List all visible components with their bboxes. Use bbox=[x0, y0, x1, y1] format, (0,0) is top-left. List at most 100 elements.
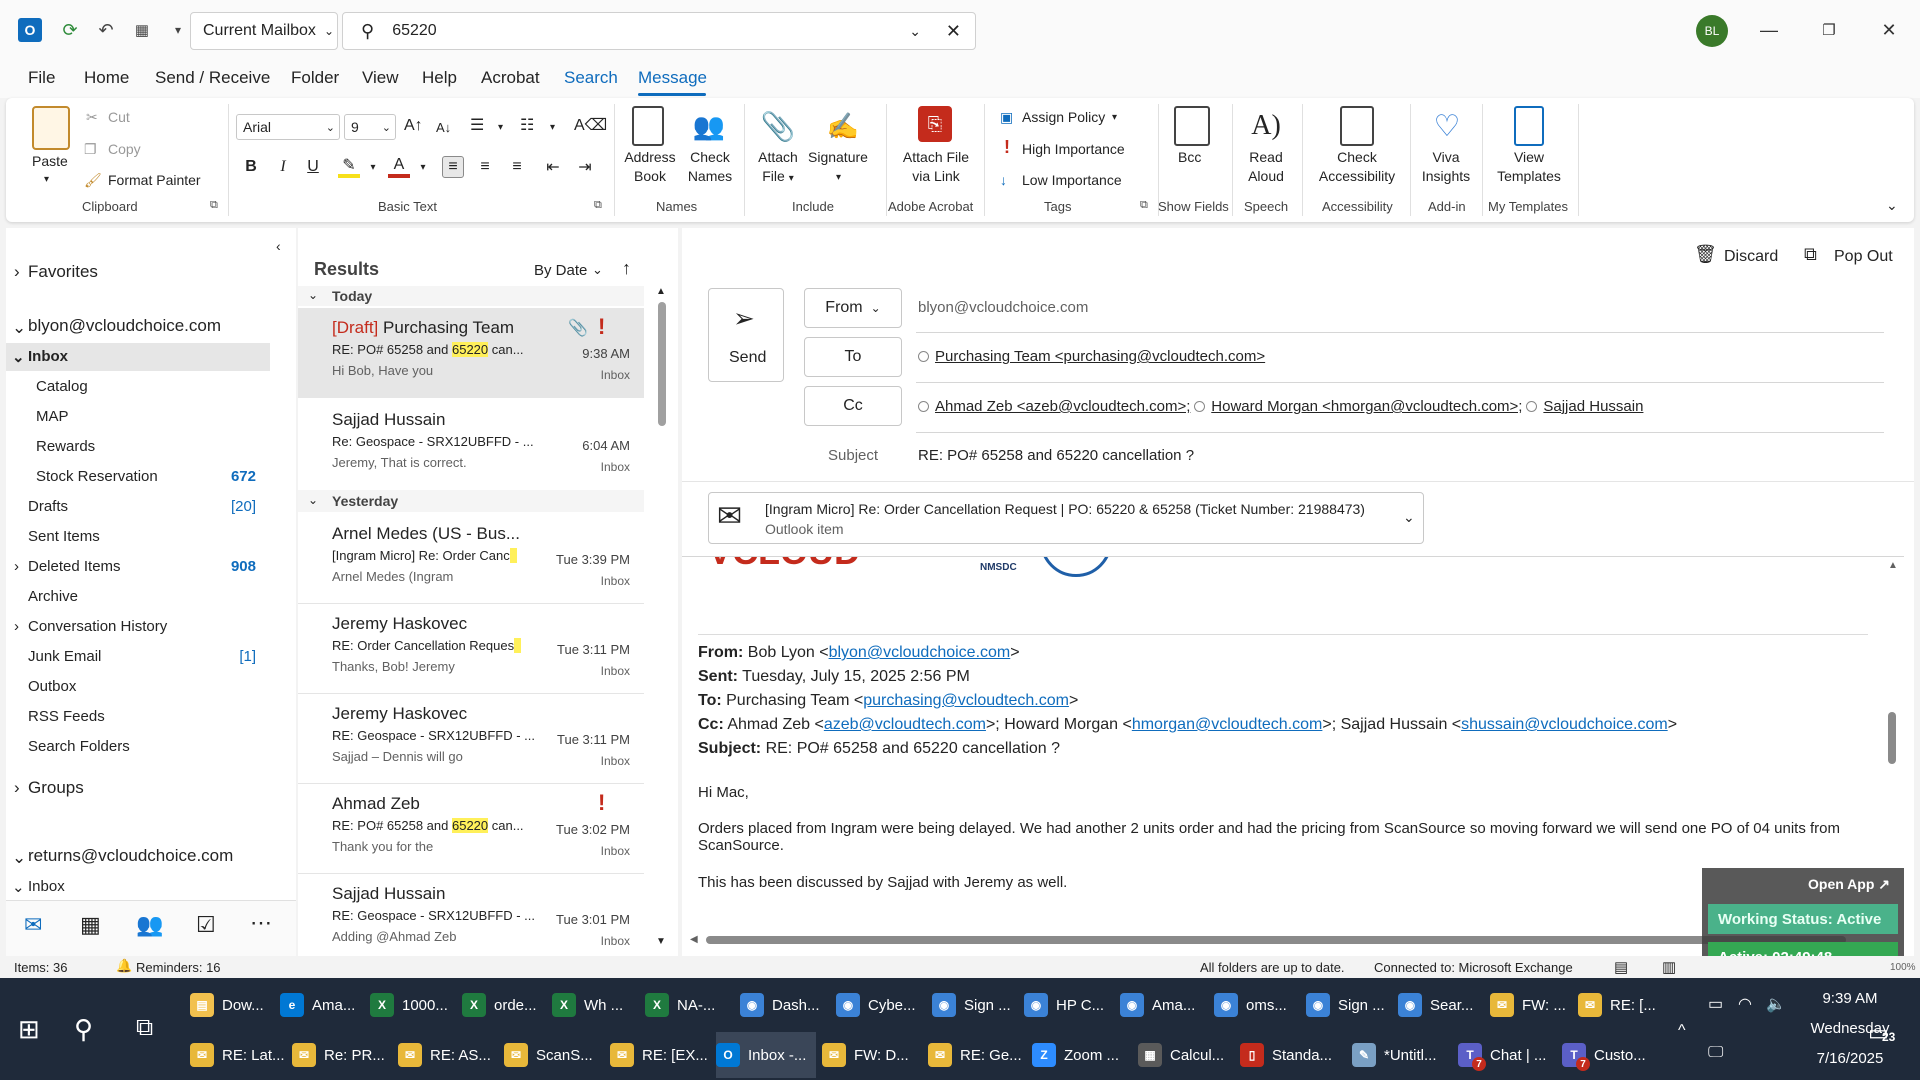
bold-icon[interactable]: B bbox=[240, 156, 262, 178]
subject-field[interactable]: RE: PO# 65258 and 65220 cancellation ? bbox=[918, 447, 1194, 464]
viva-insights-button[interactable]: Viva Insights bbox=[1418, 148, 1474, 186]
paste-dropdown-icon[interactable]: ▾ bbox=[44, 170, 49, 189]
taskbar-app-button[interactable]: ✉ RE: [... bbox=[1578, 982, 1666, 1028]
paste-button[interactable]: Paste bbox=[32, 152, 68, 171]
shrink-font-icon[interactable]: A↓ bbox=[436, 118, 451, 137]
to-button[interactable]: To bbox=[804, 337, 902, 377]
folder-outbox[interactable]: Outbox bbox=[28, 678, 76, 695]
zoom-level[interactable]: 100% bbox=[1890, 962, 1916, 973]
send-button[interactable]: ➢ Send bbox=[708, 288, 784, 382]
taskbar-app-button[interactable]: ✉ RE: Ge... bbox=[928, 1032, 1026, 1078]
group-header-yesterday[interactable]: ⌄ Yesterday bbox=[298, 490, 644, 512]
cut-button[interactable]: Cut bbox=[108, 108, 130, 127]
groups-header[interactable]: Groups bbox=[28, 778, 84, 798]
from-field[interactable]: blyon@vcloudchoice.com bbox=[918, 299, 1088, 316]
recipient-chip[interactable]: Howard Morgan <hmorgan@vcloudtech.com>; bbox=[1211, 398, 1522, 415]
sort-direction-icon[interactable]: ↑ bbox=[622, 258, 631, 279]
decrease-indent-icon[interactable]: ⇤ bbox=[542, 156, 564, 178]
taskbar-app-button[interactable]: ◉ HP C... bbox=[1024, 982, 1114, 1028]
mail-module-icon[interactable]: ✉ bbox=[24, 912, 42, 938]
menu-message[interactable]: Message bbox=[638, 68, 707, 88]
font-size-select[interactable]: 9 ⌄ bbox=[344, 114, 396, 140]
favorites-toggle[interactable]: › bbox=[14, 262, 20, 282]
deleted-expand-icon[interactable]: › bbox=[14, 558, 19, 575]
taskbar-app-button[interactable]: ◉ Dash... bbox=[740, 982, 830, 1028]
taskbar-app-button[interactable]: ▯ Standa... bbox=[1240, 1032, 1346, 1078]
list-item[interactable]: Ahmad Zeb ! RE: PO# 65258 and 65220 can.… bbox=[298, 784, 644, 874]
list-item[interactable]: [Draft] Purchasing Team 📎 ! RE: PO# 6525… bbox=[298, 308, 644, 398]
account-header[interactable]: blyon@vcloudchoice.com bbox=[28, 316, 221, 336]
mailbox-scope-select[interactable]: Current Mailbox ⌄ bbox=[190, 12, 338, 50]
taskbar-app-button[interactable]: ▤ Dow... bbox=[190, 982, 274, 1028]
chevron-down-icon[interactable]: ⌄ bbox=[1403, 509, 1415, 526]
list-item[interactable]: Sajjad Hussain Re: Geospace - SRX12UBFFD… bbox=[298, 400, 644, 490]
taskbar-app-button[interactable]: X Wh ... bbox=[552, 982, 639, 1028]
cc-field[interactable]: Ahmad Zeb <azeb@vcloudtech.com>; Howard … bbox=[918, 398, 1643, 415]
taskbar-app-button[interactable]: ✉ ScanS... bbox=[504, 1032, 604, 1078]
taskbar-search-icon[interactable]: ⚲ bbox=[74, 1014, 93, 1045]
check-accessibility-button[interactable]: Check Accessibility bbox=[1310, 148, 1404, 186]
taskbar-app-button[interactable]: ◉ Sign ... bbox=[1306, 982, 1392, 1028]
clock-date[interactable]: 7/16/2025 bbox=[1806, 1050, 1894, 1067]
folder-inbox-returns[interactable]: Inbox bbox=[28, 878, 65, 895]
email-link[interactable]: azeb@vcloudtech.com bbox=[824, 716, 986, 733]
reading-view-icon[interactable]: ▥ bbox=[1662, 958, 1676, 976]
taskbar-app-button[interactable]: ◉ Sign ... bbox=[932, 982, 1018, 1028]
restore-icon[interactable]: ❐ bbox=[1814, 16, 1844, 44]
menu-send-receive[interactable]: Send / Receive bbox=[155, 68, 270, 88]
taskbar-app-button[interactable]: ✉ Re: PR... bbox=[292, 1032, 392, 1078]
search-dropdown-icon[interactable]: ⌄ bbox=[909, 23, 921, 40]
tasks-module-icon[interactable]: ☑ bbox=[196, 912, 216, 938]
system-tray-expand-icon[interactable]: ^ bbox=[1678, 1022, 1686, 1040]
cc-button[interactable]: Cc bbox=[804, 386, 902, 426]
attach-file-via-link-button[interactable]: Attach File via Link bbox=[896, 148, 976, 186]
menu-search[interactable]: Search bbox=[564, 68, 618, 88]
assign-policy-dropdown-icon[interactable]: ▾ bbox=[1112, 108, 1117, 127]
address-book-button[interactable]: Address Book bbox=[622, 148, 678, 186]
taskbar-app-button[interactable]: e Ama... bbox=[280, 982, 364, 1028]
recipient-chip[interactable]: Sajjad Hussain bbox=[1543, 398, 1643, 415]
to-field[interactable]: Purchasing Team <purchasing@vcloudtech.c… bbox=[918, 348, 1265, 365]
italic-icon[interactable]: I bbox=[272, 156, 294, 178]
search-input[interactable]: ⚲ 65220 ⌄ ✕ bbox=[342, 12, 976, 50]
clipboard-launcher-icon[interactable]: ⧉ bbox=[210, 199, 218, 212]
folder-stock-reservation[interactable]: Stock Reservation bbox=[36, 468, 158, 485]
taskbar-app-button[interactable]: ◉ Ama... bbox=[1120, 982, 1208, 1028]
increase-indent-icon[interactable]: ⇥ bbox=[574, 156, 596, 178]
menu-help[interactable]: Help bbox=[422, 68, 457, 88]
align-center-icon[interactable]: ≡ bbox=[474, 156, 496, 178]
network-icon[interactable]: 🖵 bbox=[1708, 1044, 1723, 1062]
bullets-icon[interactable]: ☰ bbox=[470, 116, 484, 135]
groups-expand-icon[interactable]: › bbox=[14, 778, 20, 798]
open-app-button[interactable]: Open App ↗ bbox=[1808, 876, 1890, 893]
people-module-icon[interactable]: 👥 bbox=[136, 912, 163, 938]
chevron-down-icon[interactable]: ⌄ bbox=[592, 262, 603, 278]
minimize-icon[interactable]: — bbox=[1754, 16, 1784, 44]
folder-rss-feeds[interactable]: RSS Feeds bbox=[28, 708, 105, 725]
high-importance-button[interactable]: High Importance bbox=[1022, 140, 1125, 159]
customize-toolbar-icon[interactable]: ▾ bbox=[166, 18, 190, 42]
avatar[interactable]: BL bbox=[1696, 15, 1728, 47]
volume-icon[interactable]: 🔈 bbox=[1766, 994, 1786, 1014]
menu-view[interactable]: View bbox=[362, 68, 399, 88]
group-header-today[interactable]: ⌄ Today bbox=[298, 286, 644, 306]
folder-drafts[interactable]: Drafts bbox=[28, 498, 68, 515]
search-clear-icon[interactable]: ✕ bbox=[946, 21, 961, 42]
account2-expand-icon[interactable]: ⌄ bbox=[12, 848, 26, 868]
taskbar-app-button[interactable]: ✉ FW: ... bbox=[1490, 982, 1572, 1028]
taskbar-app-button[interactable]: T 7 Chat | ... bbox=[1458, 1032, 1556, 1078]
taskbar-app-button[interactable]: ✉ FW: D... bbox=[822, 1032, 922, 1078]
favorites-header[interactable]: Favorites bbox=[28, 262, 98, 282]
scroll-left-icon[interactable]: ◀ bbox=[690, 934, 698, 945]
ribbon-expand-icon[interactable]: ⌄ bbox=[1886, 196, 1898, 215]
list-item[interactable]: Sajjad Hussain RE: Geospace - SRX12UBFFD… bbox=[298, 874, 644, 956]
collapse-pane-icon[interactable]: ‹ bbox=[276, 238, 281, 254]
font-family-select[interactable]: Arial ⌄ bbox=[236, 114, 340, 140]
normal-view-icon[interactable]: ▤ bbox=[1614, 958, 1628, 976]
battery-icon[interactable]: ▭ bbox=[1708, 994, 1723, 1014]
underline-icon[interactable]: U bbox=[302, 156, 324, 178]
conversation-expand-icon[interactable]: › bbox=[14, 618, 19, 635]
clear-formatting-icon[interactable]: A⌫ bbox=[574, 116, 607, 135]
list-item[interactable]: Jeremy Haskovec RE: Order Cancellation R… bbox=[298, 604, 644, 694]
highlight-icon[interactable]: ✎ bbox=[338, 156, 360, 178]
